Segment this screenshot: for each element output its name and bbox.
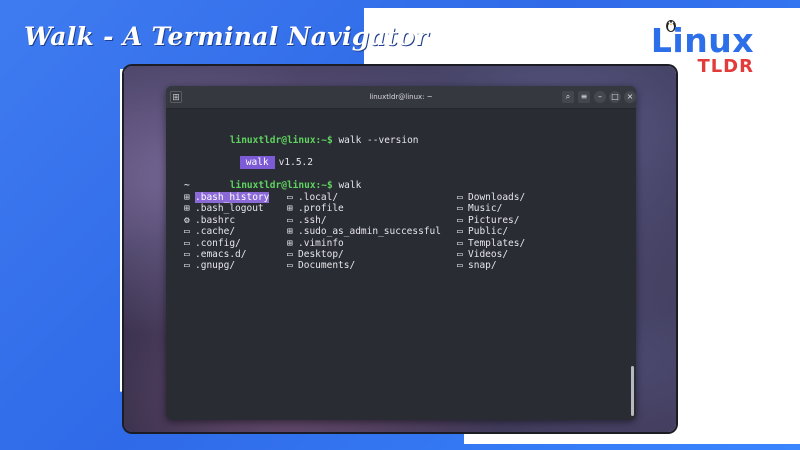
file-entry[interactable]: ⊞ .sudo_as_admin_successful — [287, 226, 441, 237]
file-icon: ⊞ — [287, 203, 293, 215]
command-text: walk --version — [332, 135, 419, 147]
search-button[interactable]: ⌕ — [562, 91, 574, 103]
version-badge: walk — [239, 156, 275, 170]
desktop-screen: ⊞ linuxtldr@linux: ~ ⌕ ≡ – □ × linuxtldr… — [124, 66, 676, 432]
file-entry[interactable]: ▭ Templates/ — [457, 238, 525, 249]
file-name: Downloads/ — [468, 192, 526, 203]
file-name: Documents/ — [298, 260, 356, 272]
title-bar[interactable]: ⊞ linuxtldr@linux: ~ ⌕ ≡ – □ × — [166, 86, 636, 109]
file-entry[interactable]: ▭ .ssh/ — [287, 215, 327, 226]
file-icon: ⊞ — [184, 203, 190, 215]
file-name: snap/ — [468, 260, 497, 272]
folder-icon: ▭ — [457, 203, 463, 215]
scrollbar[interactable] — [631, 366, 634, 416]
file-entry[interactable]: ▭ .cache/ — [184, 226, 235, 237]
file-entry[interactable]: ⚙ .bashrc — [184, 215, 235, 226]
file-entry[interactable]: ▭ .local/ — [287, 192, 338, 203]
folder-icon: ▭ — [287, 260, 293, 272]
file-name: .gnupg/ — [195, 260, 236, 272]
file-name: .ssh/ — [298, 214, 327, 226]
folder-icon: ▭ — [184, 226, 190, 238]
file-name: Videos/ — [468, 249, 509, 260]
menu-button[interactable]: ≡ — [578, 91, 590, 103]
file-entry[interactable]: ▭ .config/ — [184, 238, 241, 249]
close-button[interactable]: × — [624, 91, 636, 103]
file-entry[interactable]: ▭ Downloads/ — [457, 192, 525, 203]
folder-icon: ▭ — [457, 192, 463, 203]
command-text: walk — [332, 180, 362, 192]
version-value: v1.5.2 — [278, 157, 313, 169]
file-name: .bashrc — [195, 214, 236, 226]
file-entry[interactable]: ▭ .gnupg/ — [184, 260, 235, 271]
folder-icon: ▭ — [457, 249, 463, 260]
folder-icon: ▭ — [457, 237, 463, 249]
folder-icon: ▭ — [184, 249, 190, 260]
file-entry[interactable]: ▭ .emacs.d/ — [184, 249, 246, 260]
file-name: Templates/ — [468, 237, 526, 249]
file-name: Desktop/ — [298, 249, 344, 260]
file-name: .bash_logout — [195, 203, 264, 215]
file-name: .emacs.d/ — [195, 249, 247, 260]
file-name: Music/ — [468, 203, 503, 215]
gear-icon: ⚙ — [184, 214, 190, 226]
folder-icon: ▭ — [287, 214, 293, 226]
file-icon: ⊞ — [287, 237, 293, 249]
file-entry[interactable]: ▭ Documents/ — [287, 260, 355, 271]
logo-linux-text: Linux — [650, 21, 754, 60]
file-name: .viminfo — [298, 237, 344, 249]
maximize-button[interactable]: □ — [609, 91, 621, 103]
file-entry[interactable]: ▭ Pictures/ — [457, 215, 519, 226]
file-entry[interactable]: ▭ Videos/ — [457, 249, 508, 260]
terminal-window[interactable]: ⊞ linuxtldr@linux: ~ ⌕ ≡ – □ × linuxtldr… — [166, 86, 636, 420]
search-icon: ⌕ — [565, 92, 571, 101]
file-name: Public/ — [468, 226, 509, 238]
file-entry[interactable]: ⊞ .bash_logout — [184, 203, 264, 214]
file-name: .local/ — [298, 192, 339, 203]
maximize-icon: □ — [611, 92, 619, 101]
file-entry[interactable]: ⊞ .bash_history — [184, 192, 270, 203]
menu-icon: ≡ — [580, 92, 588, 101]
folder-icon: ▭ — [184, 237, 190, 249]
file-entry[interactable]: ⊞ .profile — [287, 203, 344, 214]
close-icon: × — [626, 92, 634, 101]
file-entry[interactable]: ▭ snap/ — [457, 260, 497, 271]
minimize-button[interactable]: – — [594, 91, 606, 103]
file-name: .sudo_as_admin_successful — [298, 226, 441, 238]
folder-icon: ▭ — [457, 226, 463, 238]
folder-icon: ▭ — [184, 260, 190, 272]
folder-icon: ▭ — [287, 192, 293, 203]
file-name: .profile — [298, 203, 344, 215]
minimize-icon: – — [598, 92, 602, 101]
terminal-output[interactable]: linuxtldr@linux:~$ walk --version walk v1… — [184, 124, 626, 420]
shell-prompt: linuxtldr@linux:~$ — [229, 180, 333, 192]
file-entry[interactable]: ▭ Public/ — [457, 226, 508, 237]
logo-tldr-text: TLDR — [697, 56, 754, 77]
file-name: Pictures/ — [468, 214, 520, 226]
folder-icon: ▭ — [287, 249, 293, 260]
file-entry[interactable]: ▭ Desktop/ — [287, 249, 344, 260]
file-entry[interactable]: ⊞ .viminfo — [287, 238, 344, 249]
file-name: .config/ — [195, 237, 241, 249]
cwd-marker: ~ — [184, 180, 190, 191]
file-name: .cache/ — [195, 226, 236, 238]
folder-icon: ▭ — [457, 214, 463, 226]
file-name: .bash_history — [195, 192, 270, 203]
page-title: Walk - A Terminal Navigator — [24, 22, 429, 51]
file-entry[interactable]: ▭ Music/ — [457, 203, 502, 214]
shell-prompt: linuxtldr@linux:~$ — [229, 135, 333, 147]
folder-icon: ▭ — [457, 260, 463, 272]
file-icon: ⊞ — [287, 226, 293, 238]
file-icon: ⊞ — [184, 192, 190, 203]
